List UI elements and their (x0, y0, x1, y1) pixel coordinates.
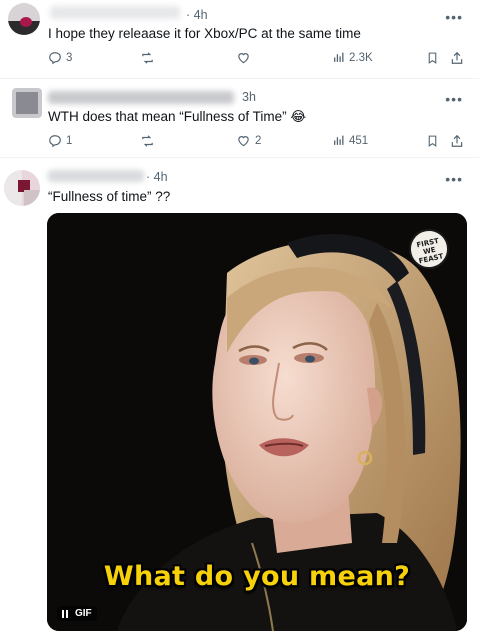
post-time[interactable]: 3h (242, 90, 256, 104)
author-name-redacted (50, 6, 180, 19)
reply-count: 1 (66, 135, 73, 147)
views-count: 2.3K (349, 51, 373, 64)
bookmark-button[interactable] (426, 51, 439, 65)
post-time[interactable]: · 4h (146, 170, 168, 184)
action-bar: 1 2 451 (48, 134, 472, 152)
gif-media[interactable]: FIRST WE FEAST What do you mean? GIF (47, 213, 467, 631)
more-options-icon[interactable]: ••• (445, 92, 463, 106)
author-name-redacted (48, 91, 234, 104)
post-time[interactable]: · 4h (186, 8, 208, 22)
avatar[interactable] (12, 88, 42, 118)
reply-icon (49, 135, 61, 148)
reply-post-1[interactable]: · 4h ••• I hope they releaase it for Xbo… (0, 0, 479, 80)
bookmark-button[interactable] (426, 134, 439, 148)
bookmark-icon (428, 52, 437, 64)
reply-button[interactable]: 1 (48, 134, 72, 148)
gif-pause-button[interactable]: GIF (57, 606, 97, 621)
repost-icon (142, 52, 153, 64)
reply-text: WTH does that mean “Fullness of Time” 😂 (48, 109, 307, 124)
gif-caption: What do you mean? (103, 561, 411, 592)
reply-button[interactable]: 3 (48, 51, 72, 65)
share-icon (451, 134, 463, 147)
views-button[interactable]: 451 (332, 134, 368, 147)
reply-post-2[interactable]: 3h ••• WTH does that mean “Fullness of T… (0, 79, 479, 159)
avatar[interactable] (4, 170, 40, 206)
like-count: 2 (255, 135, 262, 147)
views-count: 451 (349, 134, 369, 147)
bookmark-icon (428, 135, 437, 147)
like-button[interactable] (236, 51, 251, 65)
more-options-icon[interactable]: ••• (445, 172, 463, 186)
heart-icon (238, 53, 249, 64)
reply-count: 3 (66, 52, 73, 64)
reply-text: I hope they releaase it for Xbox/PC at t… (48, 26, 361, 41)
more-options-icon[interactable]: ••• (445, 10, 463, 24)
repost-button[interactable] (140, 51, 155, 65)
action-bar: 3 2.3K (48, 51, 472, 69)
heart-icon (238, 136, 249, 147)
logo-text-3: FEAST (418, 252, 445, 266)
gif-badge-label: GIF (75, 608, 92, 619)
views-icon (334, 52, 344, 62)
reply-icon (49, 52, 61, 65)
views-button[interactable]: 2.3K (332, 51, 373, 64)
share-button[interactable] (450, 134, 464, 148)
share-icon (451, 51, 463, 64)
pause-icon (62, 609, 69, 618)
like-button[interactable]: 2 (236, 134, 261, 148)
reply-text: “Fullness of time” ?? (48, 189, 171, 204)
author-name-redacted (48, 170, 144, 182)
repost-button[interactable] (140, 134, 155, 148)
views-icon (334, 135, 344, 145)
repost-icon (142, 135, 153, 147)
avatar[interactable] (8, 3, 40, 35)
share-button[interactable] (450, 51, 464, 65)
